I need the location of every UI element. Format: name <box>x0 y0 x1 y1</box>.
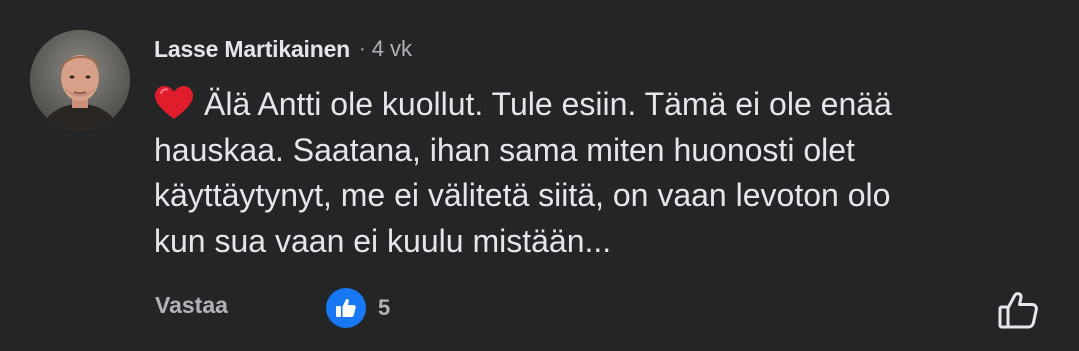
meta-separator: · <box>359 37 366 60</box>
like-button[interactable] <box>997 290 1041 330</box>
comment: Lasse Martikainen · 4 vk Älä Antti ole k… <box>0 0 1079 351</box>
avatar[interactable] <box>30 30 130 130</box>
comment-line: Älä Antti ole kuollut. Tule esiin. Tämä … <box>154 82 1034 128</box>
comment-line-text: Älä Antti ole kuollut. Tule esiin. Tämä … <box>204 86 892 122</box>
reaction-count: 5 <box>378 295 391 320</box>
author-name[interactable]: Lasse Martikainen <box>154 36 350 63</box>
comment-body: Älä Antti ole kuollut. Tule esiin. Tämä … <box>154 82 1034 264</box>
thumbs-up-outline-icon <box>998 292 1038 329</box>
comment-header: Lasse Martikainen · 4 vk <box>154 34 412 64</box>
timestamp[interactable]: 4 vk <box>372 36 412 62</box>
comment-line: käyttäytynyt, me ei välitetä siitä, on v… <box>154 177 891 213</box>
comment-line: hauskaa. Saatana, ihan sama miten huonos… <box>154 131 855 168</box>
thumbs-up-icon <box>326 288 366 328</box>
comment-line: kun sua vaan ei kuulu mistään... <box>154 222 612 259</box>
red-heart-icon <box>154 85 194 121</box>
avatar-image <box>30 30 130 130</box>
reply-button[interactable]: Vastaa <box>155 292 228 319</box>
reaction-summary[interactable]: 5 <box>326 288 390 328</box>
